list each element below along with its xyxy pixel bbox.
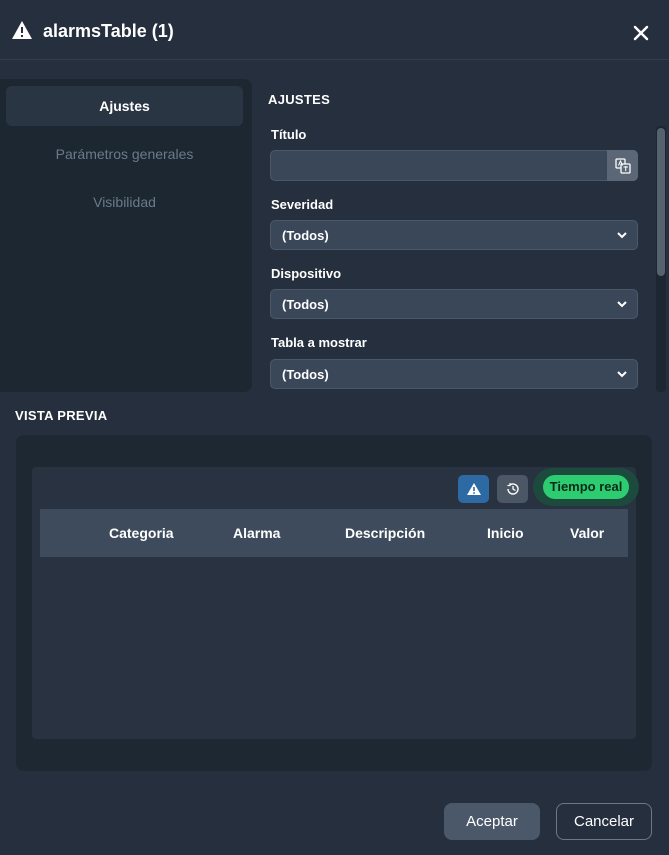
title-label: Título (271, 127, 307, 142)
preview-widget (32, 467, 636, 739)
sidenav-item-ajustes[interactable]: Ajustes (6, 86, 243, 126)
column-header-categoria[interactable]: Categoria (109, 525, 174, 541)
sidenav-item-visibilidad[interactable]: Visibilidad (6, 182, 243, 222)
table-value: (Todos) (282, 367, 329, 382)
column-header-descripcion[interactable]: Descripción (345, 525, 425, 541)
close-icon[interactable] (630, 22, 652, 44)
severity-select[interactable]: (Todos) (270, 220, 638, 250)
column-header-inicio[interactable]: Inicio (487, 525, 524, 541)
sidenav-item-parametros-generales[interactable]: Parámetros generales (6, 134, 243, 174)
severity-label: Severidad (271, 197, 334, 212)
column-header-valor[interactable]: Valor (570, 525, 604, 541)
table-select[interactable]: (Todos) (270, 359, 638, 389)
title-input[interactable] (270, 150, 638, 181)
history-view-button[interactable] (497, 475, 528, 503)
accept-button[interactable]: Aceptar (444, 803, 540, 840)
table-label: Tabla a mostrar (271, 335, 367, 350)
device-value: (Todos) (282, 297, 329, 312)
chevron-down-icon (617, 301, 627, 308)
chevron-down-icon (617, 232, 627, 239)
column-header-alarma[interactable]: Alarma (233, 525, 280, 541)
device-select[interactable]: (Todos) (270, 289, 638, 319)
severity-value: (Todos) (282, 228, 329, 243)
preview-table-header: Categoria Alarma Descripción Inicio Valo… (40, 509, 628, 557)
warning-triangle-icon (466, 483, 481, 495)
warning-triangle-icon (12, 21, 32, 39)
translate-button[interactable] (607, 150, 638, 181)
scrollbar-thumb[interactable] (657, 128, 665, 276)
preview-section-title: VISTA PREVIA (15, 408, 108, 423)
chevron-down-icon (617, 371, 627, 378)
clock-history-icon (506, 483, 519, 495)
cancel-button[interactable]: Cancelar (556, 803, 652, 840)
dialog-title: alarmsTable (1) (43, 21, 174, 41)
alarms-view-button[interactable] (458, 475, 489, 503)
translate-icon (614, 157, 631, 174)
realtime-toggle-wrapper: Tiempo real (533, 468, 639, 506)
settings-scrollbar[interactable] (656, 126, 666, 392)
realtime-toggle[interactable]: Tiempo real (543, 475, 629, 499)
settings-section-title: AJUSTES (268, 92, 331, 107)
dialog-header: alarmsTable (1) (0, 0, 669, 60)
device-label: Dispositivo (271, 266, 342, 281)
